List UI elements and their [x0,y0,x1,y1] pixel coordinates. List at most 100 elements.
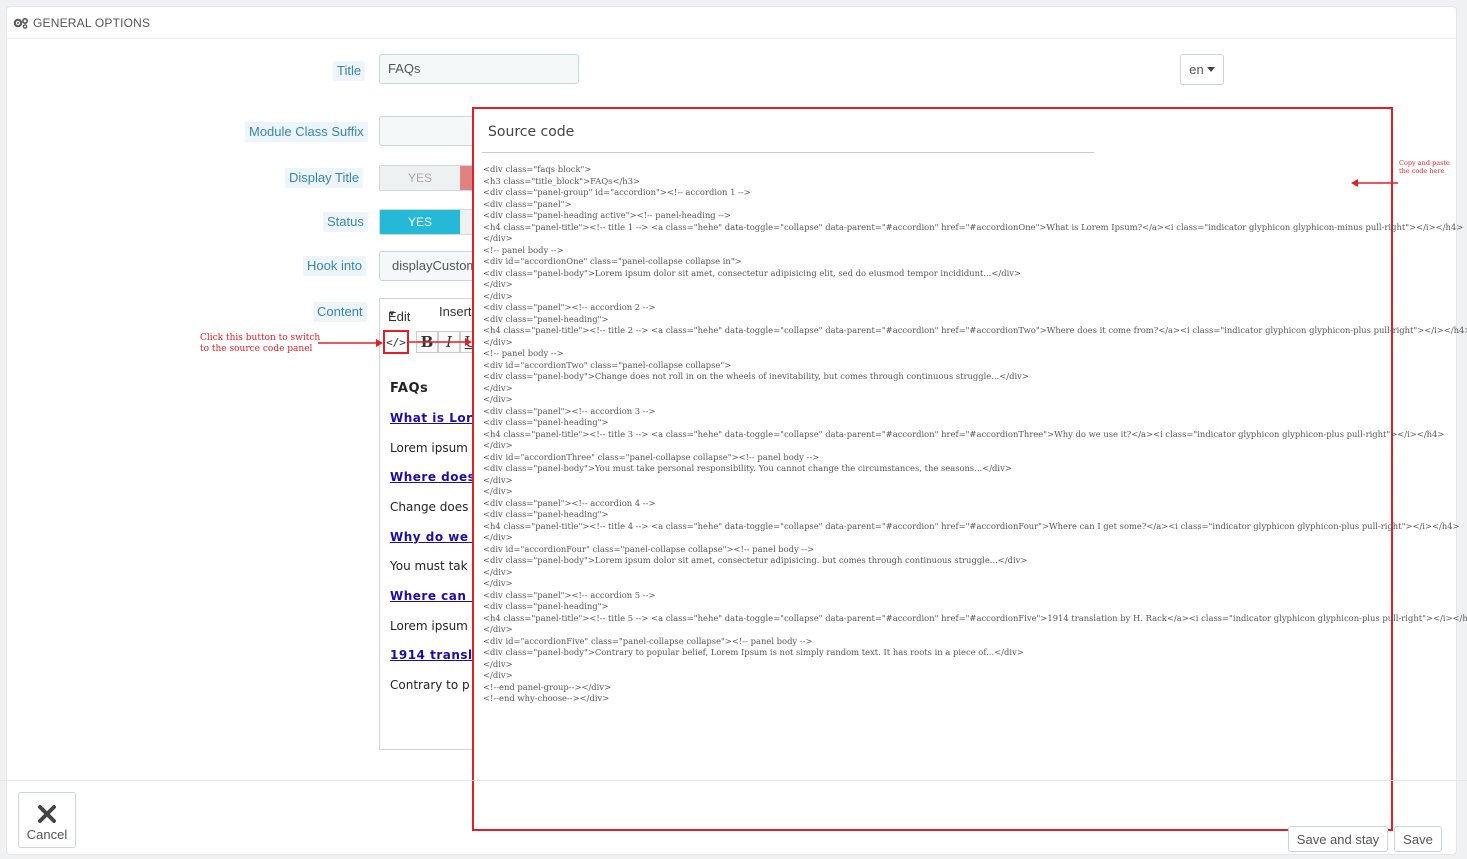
menu-insert[interactable]: Insert [439,304,472,319]
code-line: </div> [483,440,513,450]
panel-heading: GENERAL OPTIONS [7,7,1456,39]
code-line: </div> [483,532,513,542]
code-line: <div class="panel-heading"> [483,313,609,324]
code-line: </div> [483,486,513,496]
code-line: <div class="faqs block"> [483,164,592,174]
paste-hint-line1: Copy and paste [1399,159,1450,167]
editor-heading: FAQs [390,381,429,396]
code-line: <!-- panel body --> [483,348,564,358]
code-line: <div class="panel-body">Lorem ipsum dolo… [483,555,1028,565]
editor-link[interactable]: Why do we u [390,530,478,544]
code-line: </div> [483,382,513,393]
editor-text: Change does [390,500,469,514]
language-dropdown[interactable]: en [1180,54,1224,85]
title-input[interactable]: FAQs [379,54,579,84]
hook-label: Hook into [303,256,366,276]
display-title-yes[interactable]: YES [380,166,460,190]
code-line: <div class="panel-heading"> [483,601,609,611]
caret-down-icon [1206,67,1215,72]
code-line: <!--end panel-group--></div> [483,681,612,692]
hook-select[interactable]: displayCustom [379,251,479,281]
code-line: <h4 class="panel-title"><!-- title 1 -->… [483,221,1464,232]
code-line: </div> [483,474,513,485]
switch-hint-line2: to the source code panel [200,344,313,354]
status-label: Status [323,212,368,232]
paste-hint-line2: the code here [1399,167,1445,175]
code-line: <h4 class="panel-title"><!-- title 5 -->… [483,612,1467,623]
source-code-modal: Source code <div class="faqs block"> <h3 … [472,107,1467,831]
content-editor[interactable]: Edit ▼ Insert B I U FAQs What is Lorem L… [379,298,479,750]
caret-down-icon: ▼ [388,309,396,318]
code-line: <div id="accordionOne" class="panel-coll… [483,256,742,266]
code-line: </div> [483,233,513,243]
code-line: <div class="panel-group" id="accordion">… [483,187,751,197]
code-line: <div id="accordionFour" class="panel-col… [483,543,815,554]
editor-text: Contrary to p [390,678,470,692]
paste-hint-annotation: Copy and paste the code here [1399,159,1450,175]
code-line: <div id="accordionThree" class="panel-co… [483,451,820,462]
code-line: </div> [483,624,513,634]
display-title-label: Display Title [285,168,364,188]
editor-link[interactable]: 1914 translat [390,648,478,662]
code-line: <div class="panel-heading"> [483,509,609,519]
code-line: <!--end why-choose--></div> [483,693,610,703]
footer-divider [0,780,1467,781]
code-line: <div id="accordionFive" class="panel-col… [483,635,813,646]
code-line: </div> [483,394,513,404]
code-line: <div class="panel-body">You must take pe… [483,463,1012,473]
cogs-icon [13,17,29,29]
content-label: Content [313,302,367,322]
close-icon [38,805,56,823]
editor-text: You must tak [390,559,468,573]
code-line: <h3 class="title_block">FAQs</h3> [483,175,641,186]
code-line: <div class="panel"><!-- accordion 4 --> [483,497,656,508]
panel-title: GENERAL OPTIONS [33,15,151,30]
language-value: en [1189,62,1204,77]
modal-title: Source code [488,124,575,140]
modal-divider [482,152,1094,153]
code-line: </div> [483,566,513,577]
code-line: <div class="panel"> [483,198,572,209]
code-line: <div class="panel-body">Contrary to popu… [483,647,1024,657]
suffix-label: Module Class Suffix [245,122,368,142]
code-line: <div id="accordionTwo" class="panel-coll… [483,359,732,370]
editor-text: Lorem ipsum [390,619,468,633]
editor-link[interactable]: What is Lorem [390,411,478,425]
code-line: </div> [483,290,513,301]
save-button[interactable]: Save [1394,826,1442,852]
switch-hint-line1: Click this button to switch [200,333,321,343]
status-toggle[interactable]: YES [379,209,479,235]
code-line: <div class="panel-heading"> [483,417,609,427]
save-and-stay-button[interactable]: Save and stay [1288,826,1388,852]
code-line: </div> [483,279,513,289]
arrow-left-icon [1351,179,1398,187]
cancel-label: Cancel [26,827,68,842]
code-icon: </> [386,335,406,349]
suffix-input[interactable] [379,116,479,146]
source-code-button[interactable]: </> [383,330,409,354]
code-line: <div class="panel-body">Lorem ipsum dolo… [483,267,1022,278]
status-yes[interactable]: YES [380,210,460,234]
code-line: <div class="panel"><!-- accordion 2 --> [483,302,656,312]
code-line: </div> [483,658,513,669]
editor-link[interactable]: Where does it [390,470,478,484]
display-title-toggle[interactable]: YES [379,165,479,191]
code-line: <h4 class="panel-title"><!-- title 2 -->… [483,325,1467,335]
code-line: </div> [483,336,513,347]
title-label: Title [333,61,366,81]
code-line: <div class="panel-heading active"><!-- p… [483,210,731,220]
code-line: <h4 class="panel-title"><!-- title 3 -->… [483,428,1445,439]
code-line: </div> [483,578,513,588]
arrow-right-icon [409,338,472,346]
editor-link[interactable]: Where can I g [390,589,478,603]
cancel-button[interactable]: Cancel [18,792,76,848]
code-line: <div class="panel"><!-- accordion 5 --> [483,589,656,600]
editor-text: Lorem ipsum [390,441,468,455]
code-line: <div class="panel"><!-- accordion 3 --> [483,405,656,416]
source-code-textarea[interactable]: <div class="faqs block"> <h3 class="title… [483,164,1467,705]
switch-hint-annotation: Click this button to switch to the sourc… [200,333,320,355]
code-line: </div> [483,670,513,680]
code-line: <h4 class="panel-title"><!-- title 4 -->… [483,520,1460,531]
arrow-right-icon [318,339,383,347]
code-line: <div class="panel-body">Change does not … [483,371,1029,381]
